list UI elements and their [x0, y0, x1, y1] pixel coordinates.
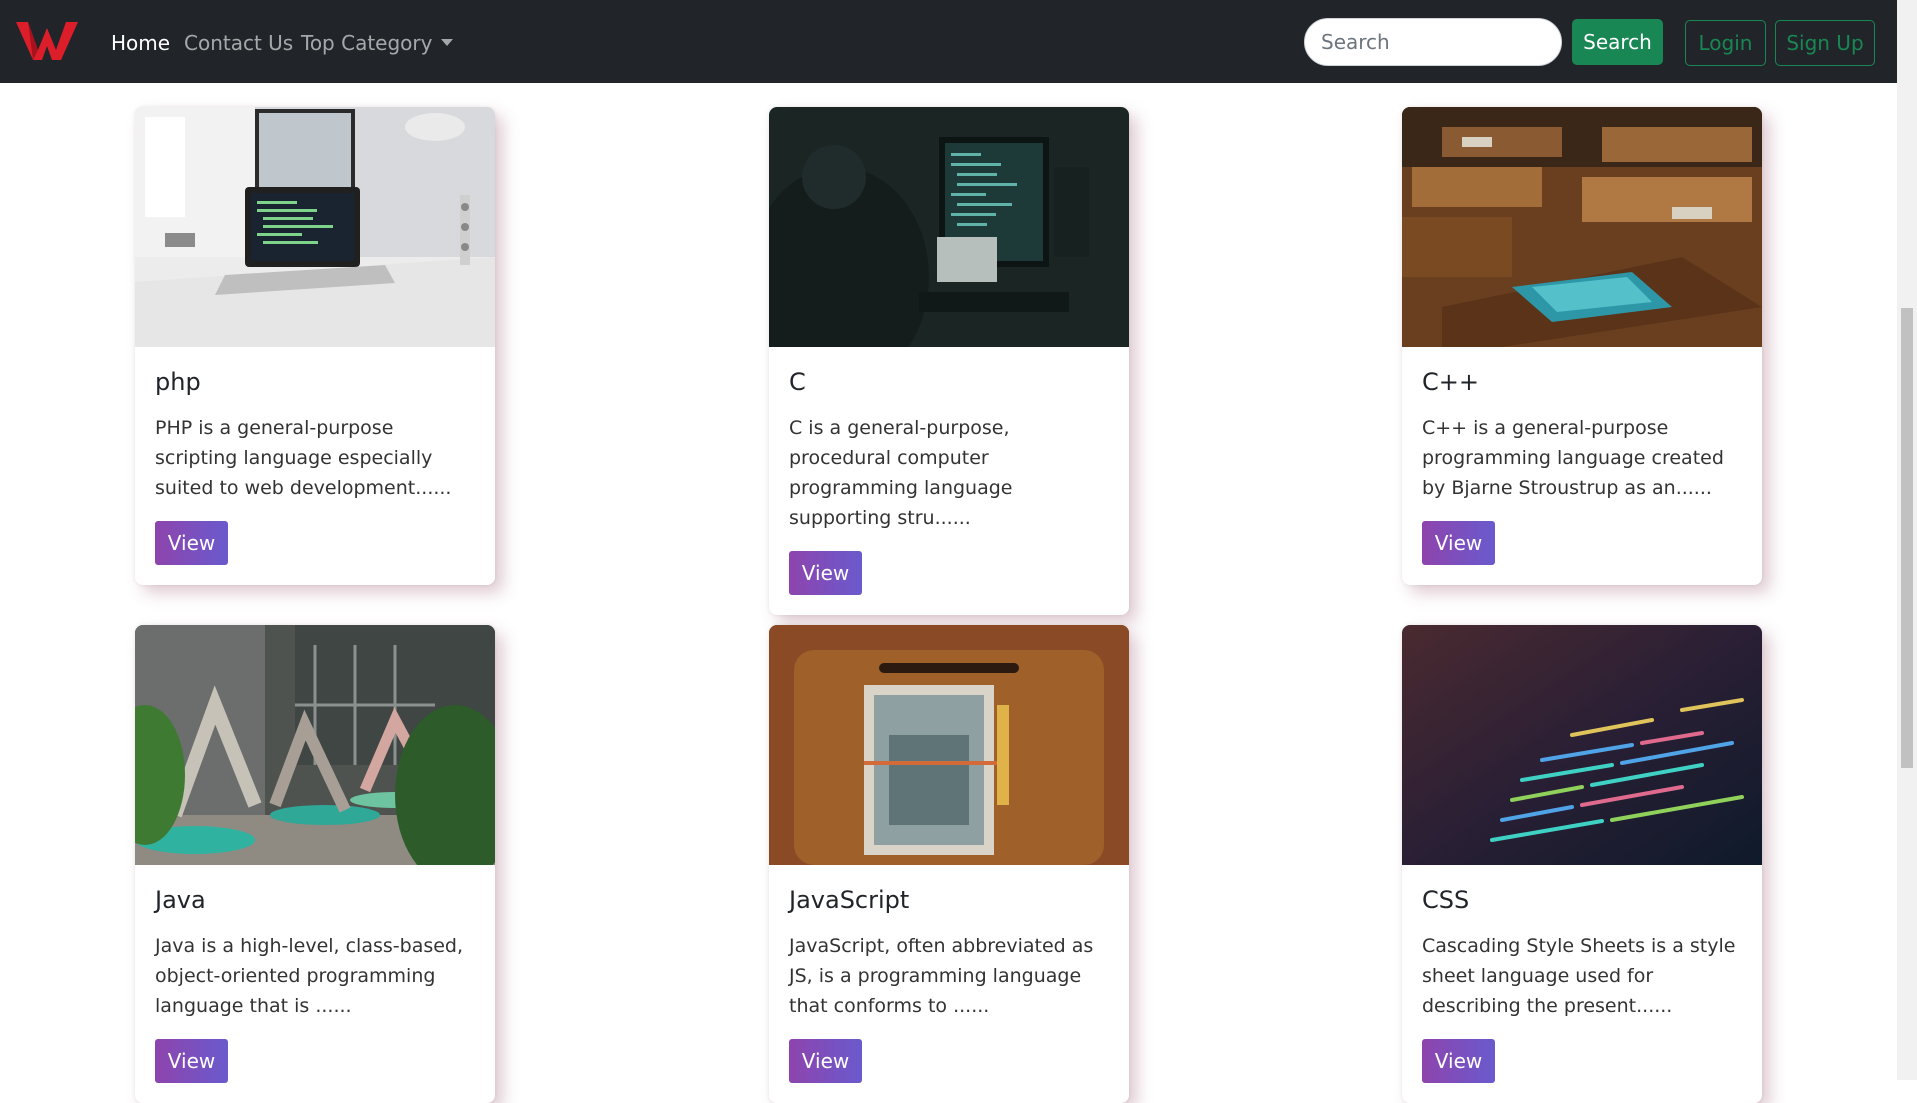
card-description: Cascading Style Sheets is a style sheet …	[1422, 935, 1736, 1017]
logo-icon[interactable]	[14, 20, 80, 62]
card-image-books	[769, 625, 1129, 865]
card-image-programmer	[769, 107, 1129, 347]
card-title: php	[155, 368, 201, 396]
view-button[interactable]: View	[155, 1039, 228, 1083]
course-card-c: C C is a general-purpose, procedural com…	[769, 107, 1129, 615]
card-description: Java is a high-level, class-based, objec…	[155, 935, 464, 1017]
card-title: JavaScript	[789, 886, 910, 914]
view-button[interactable]: View	[155, 521, 228, 565]
card-image-laptop	[135, 107, 495, 347]
card-title: C++	[1422, 368, 1479, 396]
card-title: CSS	[1422, 886, 1470, 914]
card-image-classroom	[1402, 107, 1762, 347]
course-card-cpp: C++ C++ is a general-purpose programming…	[1402, 107, 1762, 585]
card-description: C is a general-purpose, procedural compu…	[789, 417, 1013, 529]
search-input[interactable]	[1304, 18, 1562, 66]
course-card-php: php PHP is a general-purpose scripting l…	[135, 107, 495, 585]
card-image-yoga	[135, 625, 495, 865]
navbar: Home Contact Us Top Category Search Logi…	[0, 0, 1897, 83]
nav-top-category-label: Top Category	[301, 31, 433, 55]
scrollbar-thumb[interactable]	[1901, 308, 1913, 768]
nav-contact-link[interactable]: Contact Us	[184, 29, 293, 57]
view-button[interactable]: View	[1422, 521, 1495, 565]
view-button[interactable]: View	[1422, 1039, 1495, 1083]
view-button[interactable]: View	[789, 1039, 862, 1083]
chevron-down-icon	[441, 39, 454, 46]
view-button[interactable]: View	[789, 551, 862, 595]
card-title: C	[789, 368, 806, 396]
course-card-java: Java Java is a high-level, class-based, …	[135, 625, 495, 1103]
card-description: PHP is a general-purpose scripting langu…	[155, 417, 452, 499]
card-image-code-screen	[1402, 625, 1762, 865]
nav-top-category-dropdown[interactable]: Top Category	[301, 29, 454, 57]
search-button[interactable]: Search	[1572, 19, 1663, 65]
nav-home-link[interactable]: Home	[111, 29, 170, 57]
course-card-css: CSS Cascading Style Sheets is a style sh…	[1402, 625, 1762, 1103]
card-title: Java	[155, 886, 206, 914]
course-card-javascript: JavaScript JavaScript, often abbreviated…	[769, 625, 1129, 1103]
card-description: C++ is a general-purpose programming lan…	[1422, 417, 1724, 499]
login-button[interactable]: Login	[1685, 20, 1766, 66]
card-description: JavaScript, often abbreviated as JS, is …	[789, 935, 1094, 1017]
signup-button[interactable]: Sign Up	[1775, 20, 1875, 66]
